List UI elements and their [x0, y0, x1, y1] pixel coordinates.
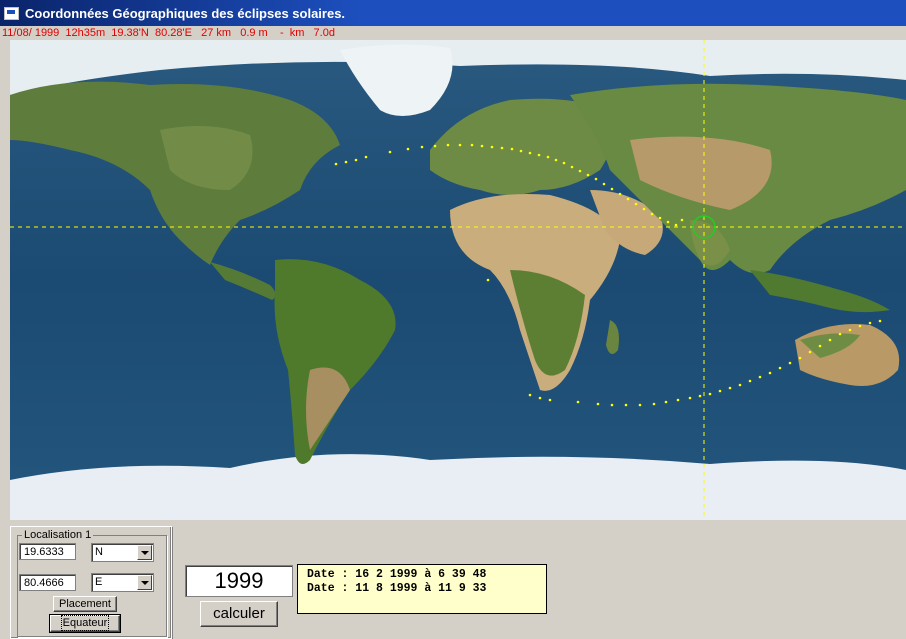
chevron-down-icon[interactable] — [137, 545, 152, 560]
longitude-input[interactable]: 80.4666 — [19, 574, 76, 591]
placement-button[interactable]: Placement — [53, 596, 117, 612]
eclipse-info-line: 11/08/ 1999 12h35m 19.38'N 80.28'E 27 km… — [0, 26, 906, 40]
latitude-hemisphere-select[interactable]: N — [91, 543, 154, 562]
eclipse-date-2: Date : 11 8 1999 à 11 9 33 — [307, 582, 487, 595]
year-input[interactable]: 1999 — [185, 565, 293, 597]
latitude-input[interactable]: 19.6333 — [19, 543, 76, 560]
localisation-group-label: Localisation 1 — [22, 529, 94, 541]
latitude-hemisphere-value: N — [95, 546, 103, 558]
window-app-icon[interactable] — [4, 6, 19, 20]
equateur-button[interactable]: Equateur — [49, 614, 121, 633]
longitude-hemisphere-value: E — [95, 576, 103, 588]
eclipse-dates-list: Date : 16 2 1999 à 6 39 48 Date : 11 8 1… — [297, 564, 547, 614]
longitude-hemisphere-select[interactable]: E — [91, 573, 154, 592]
window-title: Coordonnées Géographiques des éclipses s… — [25, 5, 346, 21]
localisation-panel: Localisation 1 19.6333 N 80.4666 E Place… — [10, 526, 172, 639]
title-bar[interactable]: Coordonnées Géographiques des éclipses s… — [0, 0, 906, 26]
chevron-down-icon[interactable] — [137, 575, 152, 590]
world-map[interactable] — [10, 40, 906, 520]
calculate-button[interactable]: calculer — [200, 601, 278, 627]
eclipse-date-1: Date : 16 2 1999 à 6 39 48 — [307, 568, 487, 581]
equateur-button-label: Equateur — [60, 615, 110, 631]
